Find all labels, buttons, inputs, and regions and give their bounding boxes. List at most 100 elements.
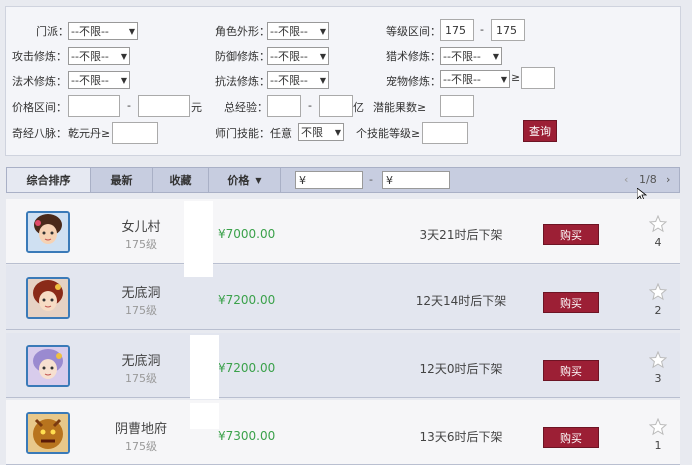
price-range-separator: - bbox=[369, 173, 373, 186]
level-text: 175级 bbox=[125, 440, 157, 453]
list-item[interactable]: 无底洞 175级 ¥7200.00 12天14时后下架 购买 2 bbox=[6, 265, 680, 330]
skill-level-label: 个技能等级≥ bbox=[356, 127, 421, 140]
girl-portrait-icon bbox=[28, 279, 68, 317]
chevron-down-icon: ▼ bbox=[319, 75, 326, 85]
price-text: ¥7200.00 bbox=[218, 361, 276, 375]
chevron-down-icon: ▼ bbox=[492, 51, 499, 61]
school-name: 无底洞 bbox=[121, 354, 161, 369]
price-text: ¥7200.00 bbox=[218, 293, 276, 307]
price-to-input[interactable]: ¥ bbox=[382, 171, 450, 189]
magic-cult-label: 法术修炼： bbox=[12, 75, 67, 88]
price-range-label: 价格区间： bbox=[12, 101, 67, 114]
hunt-cult-label: 猎术修炼： bbox=[386, 50, 441, 63]
page-indicator: 1/8 bbox=[639, 173, 657, 186]
list-item[interactable]: 无底洞 175级 ¥7200.00 12天0时后下架 购买 3 bbox=[6, 333, 680, 398]
expiry-text: 12天0时后下架 bbox=[419, 362, 503, 376]
menpai-label: 门派： bbox=[36, 25, 69, 38]
magic-cult-select[interactable]: --不限-- ▼ bbox=[68, 71, 130, 89]
chevron-down-icon: ▼ bbox=[128, 26, 135, 36]
tab-price[interactable]: 价格 ▼ bbox=[209, 168, 281, 192]
search-button[interactable]: 查询 bbox=[523, 120, 557, 142]
school-name: 阴曹地府 bbox=[114, 422, 167, 437]
school-name: 女儿村 bbox=[121, 220, 161, 235]
price-from-input[interactable]: ¥ bbox=[295, 171, 363, 189]
buy-button[interactable]: 购买 bbox=[543, 427, 599, 448]
price-text: ¥7000.00 bbox=[218, 227, 276, 241]
hunt-cult-select[interactable]: --不限-- ▼ bbox=[440, 47, 502, 65]
range-separator: - bbox=[480, 23, 484, 36]
character-avatar[interactable] bbox=[26, 345, 70, 387]
render-artifact bbox=[190, 335, 219, 399]
filter-panel: 门派： --不限-- ▼ 角色外形： --不限-- ▼ 等级区间： 175 - 17… bbox=[5, 6, 681, 156]
character-avatar[interactable] bbox=[26, 211, 70, 253]
expiry-text: 3天21时后下架 bbox=[419, 228, 503, 242]
experience-label: 总经验： bbox=[224, 101, 268, 114]
appearance-select[interactable]: --不限-- ▼ bbox=[267, 22, 329, 40]
list-item[interactable]: 阴曹地府 175级 ¥7300.00 13天6时后下架 购买 1 bbox=[6, 400, 680, 465]
favorite-star-icon[interactable] bbox=[649, 215, 667, 233]
menpai-select[interactable]: --不限-- ▼ bbox=[68, 22, 138, 40]
skill-level-input[interactable] bbox=[422, 122, 468, 144]
chevron-down-icon: ▼ bbox=[500, 74, 507, 84]
prev-page-icon[interactable]: ‹ bbox=[624, 173, 628, 186]
experience-min-input[interactable] bbox=[267, 95, 301, 117]
girl-portrait-icon bbox=[28, 347, 68, 385]
buy-button[interactable]: 购买 bbox=[543, 224, 599, 245]
level-text: 175级 bbox=[125, 304, 157, 317]
potential-input[interactable] bbox=[440, 95, 474, 117]
page: 门派： --不限-- ▼ 角色外形： --不限-- ▼ 等级区间： 175 - 17… bbox=[0, 0, 692, 465]
chevron-down-icon: ▼ bbox=[334, 127, 341, 137]
level-text: 175级 bbox=[125, 372, 157, 385]
meridian-label: 奇经八脉： bbox=[12, 127, 67, 140]
favorite-star-icon[interactable] bbox=[649, 351, 667, 369]
resist-cult-label: 抗法修炼： bbox=[215, 75, 270, 88]
render-artifact bbox=[190, 403, 219, 429]
favorite-count: 1 bbox=[654, 439, 662, 452]
experience-max-input[interactable] bbox=[319, 95, 353, 117]
chevron-down-icon: ▼ bbox=[120, 51, 127, 61]
meridian-item-label: 乾元丹≥ bbox=[68, 127, 111, 140]
school-skill-label: 师门技能： bbox=[215, 127, 270, 140]
pet-cult-select[interactable]: --不限-- ▼ bbox=[440, 70, 510, 88]
buy-button[interactable]: 购买 bbox=[543, 292, 599, 313]
chevron-down-icon: ▼ bbox=[120, 75, 127, 85]
range-separator: - bbox=[127, 99, 131, 112]
tab-newest[interactable]: 最新 bbox=[91, 168, 153, 192]
expiry-text: 12天14时后下架 bbox=[415, 294, 507, 308]
favorite-count: 4 bbox=[654, 236, 662, 249]
level-min-input[interactable]: 175 bbox=[440, 19, 474, 41]
meridian-input[interactable] bbox=[112, 122, 158, 144]
experience-unit: 亿 bbox=[353, 101, 364, 114]
tab-overall-sort[interactable]: 综合排序 bbox=[7, 168, 91, 192]
favorite-star-icon[interactable] bbox=[649, 418, 667, 436]
resist-cult-select[interactable]: --不限-- ▼ bbox=[267, 71, 329, 89]
next-page-icon[interactable]: › bbox=[666, 173, 670, 186]
price-max-input[interactable] bbox=[138, 95, 190, 117]
character-avatar[interactable] bbox=[26, 412, 70, 454]
list-item[interactable]: 女儿村 175级 ¥7000.00 3天21时后下架 购买 4 bbox=[6, 199, 680, 264]
demon-portrait-icon bbox=[28, 414, 68, 452]
school-name: 无底洞 bbox=[121, 286, 161, 301]
pet-cult-input[interactable] bbox=[521, 67, 555, 89]
girl-portrait-icon bbox=[28, 213, 68, 251]
price-text: ¥7300.00 bbox=[218, 429, 276, 443]
sort-bar: 综合排序 最新 收藏 价格 ▼ ¥ - ¥ ‹ 1/8 › bbox=[6, 167, 680, 193]
tab-favorites[interactable]: 收藏 bbox=[153, 168, 209, 192]
appearance-label: 角色外形： bbox=[215, 25, 270, 38]
favorite-star-icon[interactable] bbox=[649, 283, 667, 301]
pet-cult-label: 宠物修炼： bbox=[386, 75, 441, 88]
level-max-input[interactable]: 175 bbox=[491, 19, 525, 41]
school-skill-select[interactable]: 不限 ▼ bbox=[298, 123, 344, 141]
character-avatar[interactable] bbox=[26, 277, 70, 319]
favorite-count: 3 bbox=[654, 372, 662, 385]
range-separator: - bbox=[308, 99, 312, 112]
price-unit: 元 bbox=[191, 101, 202, 114]
expiry-text: 13天6时后下架 bbox=[419, 430, 503, 444]
defense-cult-select[interactable]: --不限-- ▼ bbox=[267, 47, 329, 65]
price-min-input[interactable] bbox=[68, 95, 120, 117]
potential-label: 潜能果数≥ bbox=[373, 101, 427, 114]
buy-button[interactable]: 购买 bbox=[543, 360, 599, 381]
attack-cult-label: 攻击修炼： bbox=[12, 50, 67, 63]
defense-cult-label: 防御修炼： bbox=[215, 50, 270, 63]
attack-cult-select[interactable]: --不限-- ▼ bbox=[68, 47, 130, 65]
